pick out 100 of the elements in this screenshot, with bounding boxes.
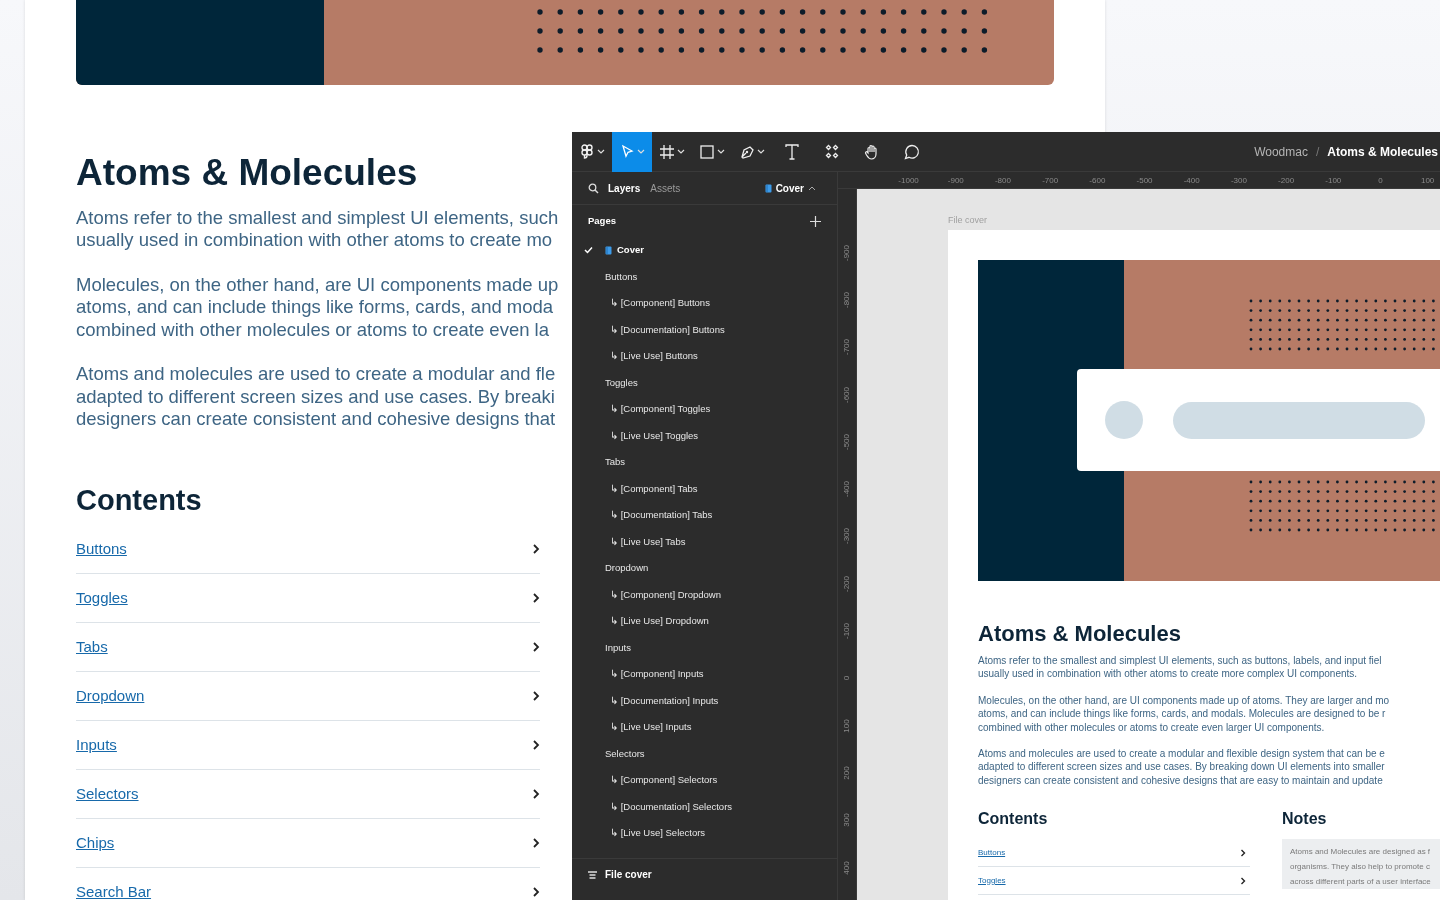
contents-link[interactable]: Tabs <box>76 636 108 659</box>
project-name[interactable]: Woodmac <box>1254 142 1308 161</box>
page-item[interactable]: Toggles <box>572 369 837 396</box>
page-item[interactable]: ↳ [Documentation] Inputs <box>572 687 837 714</box>
page-item[interactable]: ↳ [Documentation] Buttons <box>572 316 837 343</box>
contents-link[interactable]: Toggles <box>76 587 128 610</box>
caret-icon <box>677 148 685 155</box>
page-item[interactable]: ↳ [Live Use] Inputs <box>572 714 837 741</box>
ruler-label: -200 <box>841 575 852 592</box>
ruler-label: -1000 <box>897 175 920 187</box>
section-heading: Notes <box>1282 809 1328 830</box>
section-heading: Contents <box>978 809 1049 830</box>
ruler-label: -600 <box>1088 175 1107 187</box>
book-icon <box>764 183 772 193</box>
page-item[interactable]: Dropdown <box>572 555 837 582</box>
ruler-label: -900 <box>841 244 852 261</box>
notes-text-line: across different parts of a user interface <box>1290 876 1432 889</box>
page-item[interactable]: ↳ [Live Use] Buttons <box>572 343 837 370</box>
book-icon <box>605 245 612 255</box>
page-item[interactable]: ↳ [Documentation] Selectors <box>572 793 837 820</box>
page-item[interactable]: ↳ [Component] Selectors <box>572 767 837 794</box>
notes-text-line: organisms. They also help to promote c <box>1290 861 1431 874</box>
notes-text-line: Atoms and Molecules are designed as f <box>1290 846 1432 859</box>
caret-icon <box>757 148 765 155</box>
section-heading: Contents <box>76 482 202 518</box>
frame-title: Atoms & Molecules <box>978 620 1182 648</box>
caret-icon <box>597 148 605 155</box>
page-title: Atoms & Molecules <box>76 152 418 195</box>
page-item[interactable]: Tabs <box>572 449 837 476</box>
contents-link[interactable]: Selectors <box>76 783 139 806</box>
paragraph: Molecules, on the other hand, are UI components made up atoms, and can include things like forms, cards, and moda combined with other molecules or atoms to create even la <box>76 273 559 342</box>
panel-tab[interactable]: Layers <box>603 180 646 196</box>
paragraph: Atoms refer to the smallest and simplest UI elements, such as buttons, labels, and input fiel usually used in combination with other atoms to create more complex UI components. <box>978 654 1383 681</box>
caret-icon <box>717 148 725 155</box>
chevron-right-icon <box>532 593 540 604</box>
hand-icon <box>864 143 880 160</box>
ruler-label: 0 <box>841 676 852 681</box>
breadcrumb-separator: / <box>1315 143 1320 161</box>
pages-heading: Pages <box>588 213 616 228</box>
page-item[interactable]: ↳ [Component] Toggles <box>572 396 837 423</box>
paragraph: Molecules, on the other hand, are UI components made up of atoms. They are larger and mo atoms, and can include things like forms, cards, and modals. Molecules are designed to be r combined with other molecules or atoms to create even larger UI components. <box>978 693 1391 735</box>
page-item[interactable]: ↳ [Live Use] Dropdown <box>572 608 837 635</box>
chevron-right-icon <box>532 642 540 653</box>
ruler-label: -700 <box>841 339 852 356</box>
layer-name[interactable]: File cover <box>605 867 652 882</box>
chevron-right-icon <box>532 789 540 800</box>
caret-icon <box>637 148 645 155</box>
ruler-label: -200 <box>1277 175 1296 187</box>
ruler-label: 200 <box>841 766 852 780</box>
page-picker[interactable]: Cover <box>759 180 821 196</box>
search-icon[interactable] <box>588 182 599 194</box>
frame-layer-icon <box>588 871 597 879</box>
add-icon[interactable] <box>810 215 821 227</box>
ruler-label: 100 <box>1419 175 1436 187</box>
contents-link[interactable]: Inputs <box>76 734 117 757</box>
check-icon <box>584 246 593 255</box>
page-item[interactable]: ↳ [Component] Buttons <box>572 290 837 317</box>
file-name[interactable]: Atoms & Molecules <box>1327 142 1438 161</box>
page-item[interactable]: Buttons <box>572 263 837 290</box>
page-item[interactable]: ↳ [Live Use] Tabs <box>572 528 837 555</box>
contents-link[interactable]: Buttons <box>76 538 127 561</box>
caret-up-icon <box>808 185 816 191</box>
page-item[interactable]: ↳ [Component] Inputs <box>572 661 837 688</box>
page-item[interactable]: Selectors <box>572 740 837 767</box>
page-item[interactable]: ↳ [Component] Tabs <box>572 475 837 502</box>
cursor-arrow-icon <box>619 143 635 160</box>
page-item[interactable]: Inputs <box>572 634 837 661</box>
chevron-right-icon <box>532 838 540 849</box>
ruler-label: -400 <box>1182 175 1201 187</box>
ruler-label: -800 <box>993 175 1012 187</box>
panel-tab[interactable]: Assets <box>645 180 686 196</box>
page-item[interactable]: ↳ [Live Use] Selectors <box>572 820 837 847</box>
page-item[interactable]: Cover <box>572 237 837 264</box>
paragraph: Atoms refer to the smallest and simplest UI elements, such usually used in combination with other atoms to create mo <box>76 206 559 252</box>
contents-link[interactable]: Chips <box>76 832 115 855</box>
contents-link[interactable]: Dropdown <box>76 685 145 708</box>
ruler-label: -500 <box>1135 175 1154 187</box>
text-icon <box>784 143 800 160</box>
paragraph: Atoms and molecules are used to create a modular and fle adapted to different screen sizes and use cases. By breaki designers can create consistent and cohesive designs that <box>76 363 556 431</box>
ruler-label: -300 <box>841 528 852 545</box>
contents-link[interactable]: Toggles <box>978 874 1006 887</box>
page-item[interactable]: ↳ [Documentation] Tabs <box>572 502 837 529</box>
speech-bubble-icon <box>904 143 920 160</box>
app-logo-icon <box>579 143 595 160</box>
ruler-label: -400 <box>841 481 852 498</box>
page-item[interactable]: ↳ [Component] Dropdown <box>572 581 837 608</box>
page-item[interactable]: ↳ [Live Use] Toggles <box>572 422 837 449</box>
contents-link[interactable]: Buttons <box>978 846 1006 859</box>
chevron-right-icon <box>532 691 540 702</box>
ruler-label: -600 <box>841 386 852 403</box>
ruler-label: 400 <box>841 860 852 875</box>
ruler-label: 300 <box>841 813 852 827</box>
ruler-label: -500 <box>841 433 852 450</box>
diamonds-icon <box>824 143 840 160</box>
ruler-label: -100 <box>841 623 852 639</box>
chevron-right-icon <box>532 887 540 898</box>
contents-link[interactable]: Search Bar <box>76 881 152 900</box>
hash-frame-icon <box>659 143 675 160</box>
ruler-label: -300 <box>1229 175 1248 187</box>
chevron-right-icon <box>1240 848 1246 857</box>
